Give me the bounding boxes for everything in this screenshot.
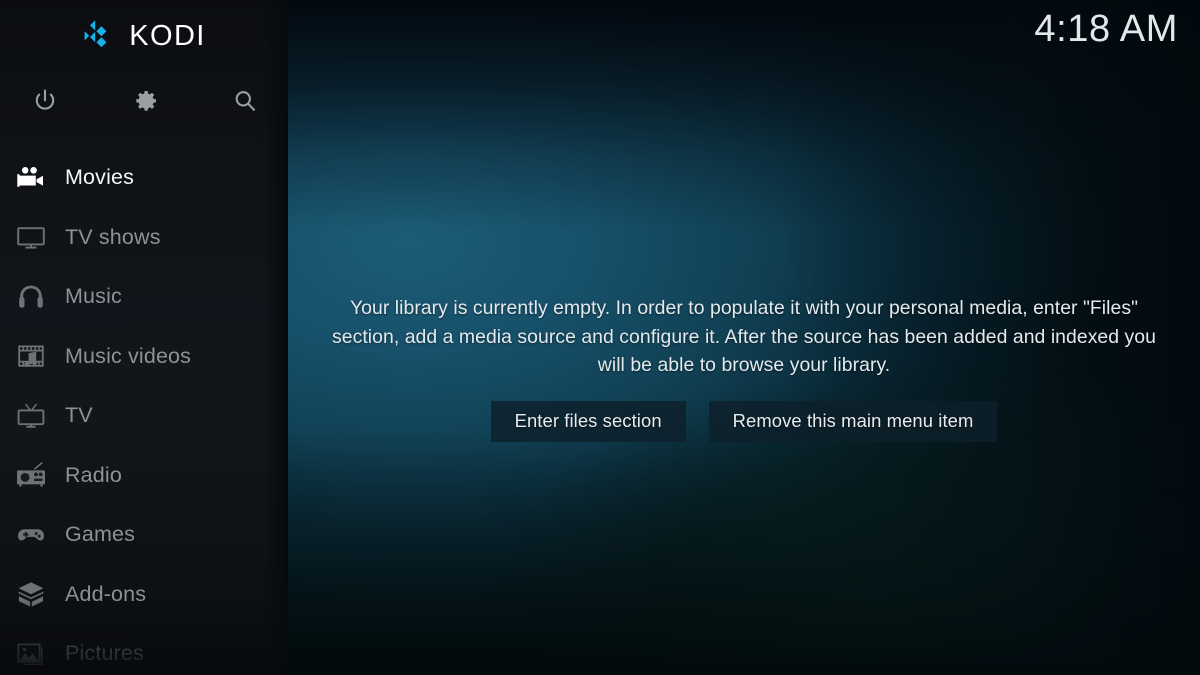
headphones-icon (13, 279, 49, 315)
film-music-icon (13, 338, 49, 374)
main-menu: Movies TV shows Music Music videos TV Ra… (0, 148, 288, 675)
sidebar-item-label: Movies (65, 165, 135, 189)
sidebar-item-label: Add-ons (65, 581, 147, 606)
gear-icon[interactable] (122, 78, 168, 124)
kodi-diamond-logo-icon (84, 20, 107, 48)
power-icon[interactable] (22, 78, 68, 124)
picture-icon (13, 636, 49, 672)
sidebar-item-label: Pictures (65, 641, 144, 665)
empty-library-block: Your library is currently empty. In orde… (288, 294, 1200, 442)
kodi-home-screen: 4:18 AM KODI Movies TV shows Music Music… (0, 0, 1200, 675)
sidebar-item-label: TV shows (65, 224, 161, 249)
sidebar-item-label: Music (65, 284, 122, 308)
empty-library-actions: Enter files section Remove this main men… (288, 400, 1200, 442)
sidebar-item-tv-shows[interactable]: TV shows (0, 208, 288, 268)
brand-logo[interactable]: KODI (0, 12, 288, 60)
sidebar-item-movies[interactable]: Movies (0, 148, 288, 208)
television-icon (13, 219, 49, 255)
sidebar-item-music[interactable]: Music (0, 267, 288, 327)
sidebar-item-music-videos[interactable]: Music videos (0, 327, 288, 387)
sidebar-item-add-ons[interactable]: Add-ons (0, 565, 288, 625)
main-content: Your library is currently empty. In orde… (288, 0, 1200, 675)
sidebar-item-games[interactable]: Games (0, 505, 288, 565)
sidebar-item-label: Games (65, 522, 136, 546)
sidebar-item-radio[interactable]: Radio (0, 446, 288, 506)
gamepad-icon (13, 517, 49, 553)
search-icon[interactable] (222, 78, 268, 124)
sidebar-item-label: Radio (65, 462, 122, 487)
enter-files-section-button[interactable]: Enter files section (490, 400, 686, 442)
sidebar-item-label: TV (65, 403, 93, 427)
movie-camera-icon (13, 160, 49, 196)
sidebar-item-tv[interactable]: TV (0, 386, 288, 446)
sidebar-item-pictures[interactable]: Pictures (0, 624, 288, 675)
remove-main-menu-item-button[interactable]: Remove this main menu item (708, 400, 998, 442)
open-box-icon (13, 576, 49, 612)
sidebar-top-icons (0, 78, 288, 124)
empty-library-message: Your library is currently empty. In orde… (332, 297, 1156, 376)
retro-tv-icon (13, 398, 49, 434)
sidebar: KODI Movies TV shows Music Music videos … (0, 0, 288, 675)
sidebar-item-label: Music videos (65, 343, 192, 368)
radio-icon (13, 457, 49, 493)
brand-name: KODI (129, 19, 206, 52)
